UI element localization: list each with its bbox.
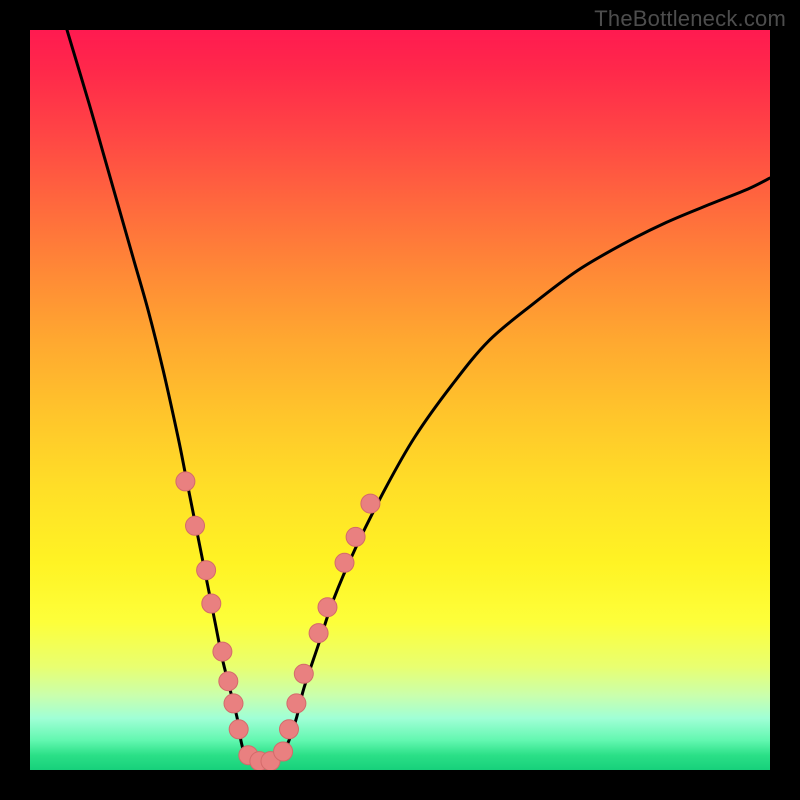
data-marker (309, 624, 328, 643)
watermark-text: TheBottleneck.com (594, 6, 786, 32)
marker-group (176, 472, 380, 770)
curve-layer (30, 30, 770, 770)
data-marker (318, 598, 337, 617)
data-marker (361, 494, 380, 513)
data-marker (224, 694, 243, 713)
data-marker (346, 527, 365, 546)
data-marker (280, 720, 299, 739)
data-marker (274, 742, 293, 761)
data-marker (294, 664, 313, 683)
data-marker (197, 561, 216, 580)
right-curve (282, 178, 770, 755)
data-marker (287, 694, 306, 713)
data-marker (202, 594, 221, 613)
plot-area (30, 30, 770, 770)
data-marker (186, 516, 205, 535)
data-marker (176, 472, 195, 491)
data-marker (219, 672, 238, 691)
data-marker (335, 553, 354, 572)
data-marker (229, 720, 248, 739)
data-marker (213, 642, 232, 661)
chart-frame: TheBottleneck.com (0, 0, 800, 800)
